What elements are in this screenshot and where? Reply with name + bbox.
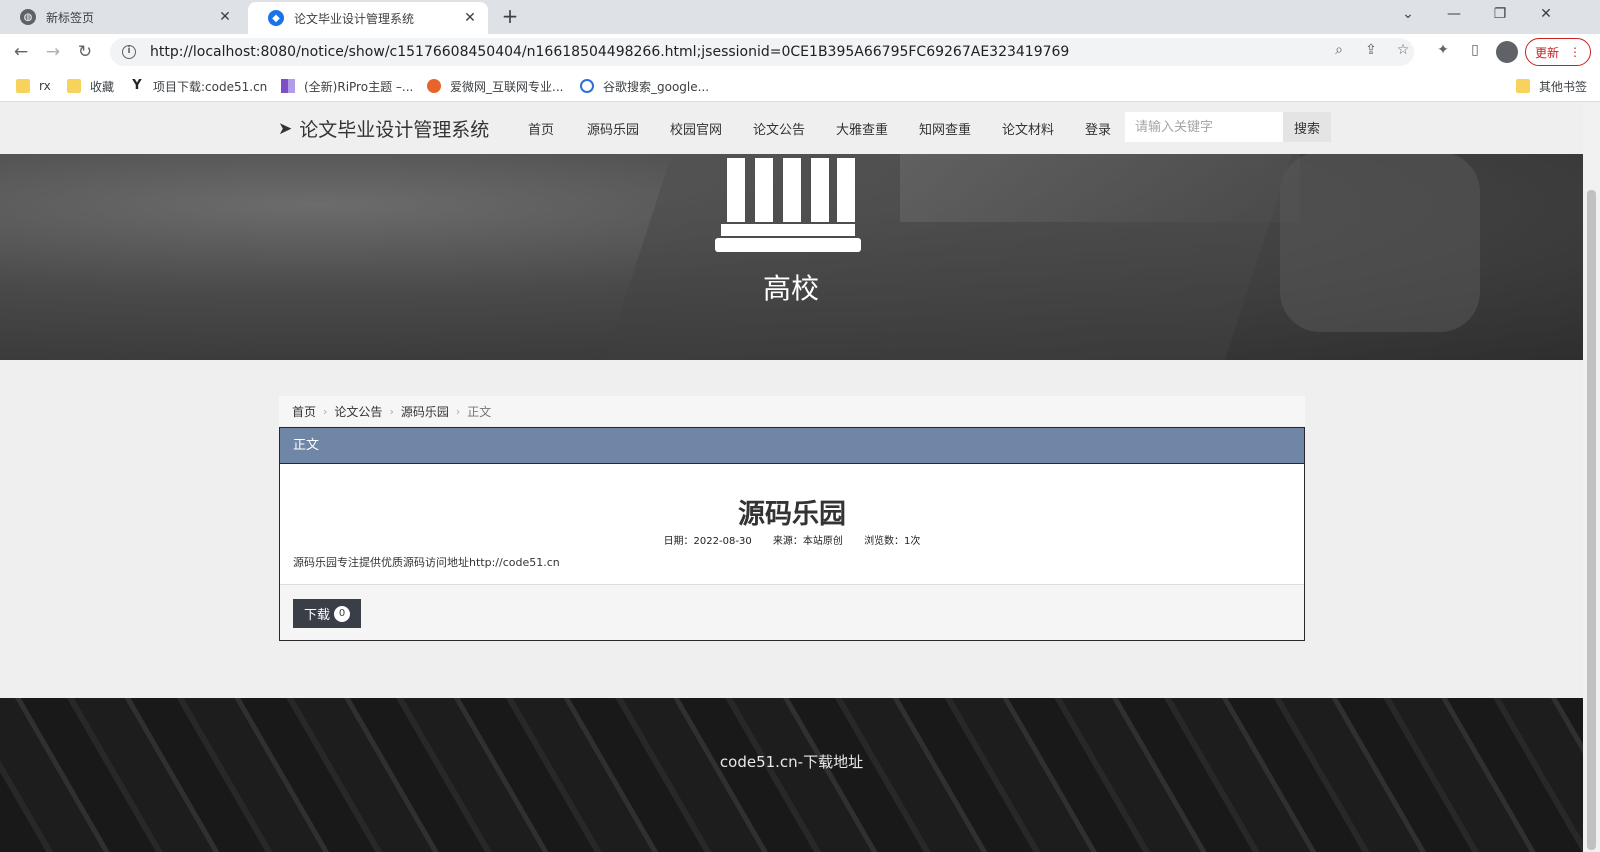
- nav-source-park[interactable]: 源码乐园: [587, 119, 639, 138]
- download-label: 下载: [304, 608, 331, 623]
- bookmark-aiweiwang[interactable]: 爱微网_互联网专业...: [427, 77, 563, 95]
- hero-title: 高校: [762, 272, 819, 305]
- article-title: 源码乐园: [738, 499, 846, 530]
- update-button[interactable]: 更新 ⋮: [1525, 38, 1591, 66]
- grid-logo-icon: [281, 79, 295, 93]
- browser-toolbar: ← → ↻ i http://localhost:8080/notice/sho…: [0, 34, 1600, 70]
- search-input[interactable]: [1125, 112, 1283, 142]
- extensions-icon[interactable]: ✦: [1433, 42, 1453, 62]
- chevron-right-icon: ›: [323, 404, 328, 418]
- tab-title: 论文毕业设计管理系统: [294, 11, 415, 26]
- reload-icon[interactable]: ↻: [72, 40, 98, 66]
- page-scrollbar[interactable]: [1583, 102, 1600, 852]
- new-tab-button[interactable]: +: [498, 5, 522, 29]
- bookmark-rx[interactable]: rx: [16, 77, 51, 95]
- folder-icon: [1516, 79, 1530, 93]
- restore-button[interactable]: ❐: [1478, 0, 1522, 30]
- bookmark-label: 收藏: [90, 79, 115, 94]
- hero-background-image: [1280, 152, 1480, 332]
- 360-logo-icon: [580, 79, 594, 93]
- share-icon[interactable]: ⇪: [1361, 42, 1381, 62]
- address-url[interactable]: http://localhost:8080/notice/show/c15176…: [150, 44, 1069, 60]
- zoom-icon[interactable]: ⌕: [1329, 42, 1349, 62]
- bookmark-other[interactable]: 其他书签: [1516, 77, 1587, 95]
- bookmark-google-search[interactable]: 谷歌搜索_google...: [580, 77, 709, 95]
- site-footer: code51.cn-下载地址: [0, 698, 1583, 852]
- nav-cnki-check[interactable]: 知网查重: [919, 119, 971, 138]
- paper-plane-icon: ➤: [278, 118, 293, 139]
- article-body: 源码乐园 日期：2022-08-30 来源：本站原创 浏览数：1次 源码乐园专注…: [280, 464, 1304, 584]
- bookmark-label: 谷歌搜索_google...: [603, 79, 710, 94]
- site-brand[interactable]: ➤ 论文毕业设计管理系统: [278, 115, 489, 142]
- panel-footer: 下载 0: [280, 584, 1304, 640]
- bookmark-ripro[interactable]: (全新)RiPro主题 –...: [281, 77, 413, 95]
- download-count-badge: 0: [334, 605, 351, 622]
- globe-icon: ◍: [20, 9, 36, 25]
- bookmarks-bar: rx 收藏 Y 项目下载:code51.cn (全新)RiPro主题 –... …: [0, 70, 1600, 102]
- bookmark-label: rx: [39, 79, 51, 93]
- scrollbar-thumb[interactable]: [1587, 190, 1596, 850]
- menu-dots-icon: ⋮: [1569, 45, 1581, 59]
- tab-new-tab[interactable]: ◍ 新标签页 ✕: [0, 0, 243, 34]
- back-icon[interactable]: ←: [8, 40, 34, 66]
- close-icon[interactable]: ✕: [217, 9, 233, 25]
- nav-login[interactable]: 登录: [1085, 119, 1111, 138]
- forward-icon[interactable]: →: [40, 40, 66, 66]
- tab-strip: ◍ 新标签页 ✕ ◆ 论文毕业设计管理系统 ✕ + ⌄ — ❐ ✕: [0, 0, 1600, 34]
- breadcrumb-current: 正文: [467, 404, 492, 419]
- nav-home[interactable]: 首页: [528, 119, 554, 138]
- chevron-right-icon: ›: [455, 404, 461, 418]
- tab-title: 新标签页: [46, 10, 95, 25]
- bookmark-code51[interactable]: Y 项目下载:code51.cn: [130, 77, 267, 95]
- folder-icon: [67, 79, 81, 93]
- article-panel: 正文 源码乐园 日期：2022-08-30 来源：本站原创 浏览数：1次 源码乐…: [279, 427, 1305, 641]
- bookmark-label: 项目下载:code51.cn: [153, 79, 268, 94]
- search-button[interactable]: 搜索: [1283, 112, 1331, 142]
- article-text: 源码乐园专注提供优质源码访问地址http://code51.cn: [293, 556, 560, 569]
- footer-background-image: [0, 698, 1583, 852]
- bookmark-star-icon[interactable]: ☆: [1393, 42, 1413, 62]
- site-info-icon[interactable]: i: [122, 45, 136, 59]
- footer-text[interactable]: code51.cn-下载地址: [0, 751, 1583, 772]
- nav-daya-check[interactable]: 大雅查重: [836, 119, 888, 138]
- article-date: 日期：2022-08-30: [663, 536, 752, 547]
- folder-icon: [16, 79, 30, 93]
- breadcrumb-home[interactable]: 首页: [292, 403, 316, 420]
- bookmark-label: 爱微网_互联网专业...: [450, 79, 564, 94]
- update-label: 更新: [1534, 45, 1559, 60]
- nav-thesis-materials[interactable]: 论文材料: [1002, 119, 1054, 138]
- bookmark-favorites[interactable]: 收藏: [67, 77, 114, 95]
- love-logo-icon: [427, 79, 441, 93]
- side-panel-icon[interactable]: ▯: [1465, 42, 1485, 62]
- breadcrumb: 首页 › 论文公告 › 源码乐园 › 正文: [279, 396, 1305, 426]
- breadcrumb-notices[interactable]: 论文公告: [334, 403, 382, 420]
- page-viewport: 高校 ➤ 论文毕业设计管理系统 首页 源码乐园 校园官网 论文公告 大雅查重 知…: [0, 102, 1583, 852]
- site-favicon-icon: ◆: [268, 10, 284, 26]
- article-meta: 日期：2022-08-30 来源：本站原创 浏览数：1次: [280, 532, 1304, 547]
- y-logo-icon: Y: [132, 78, 142, 93]
- download-button[interactable]: 下载 0: [293, 599, 362, 628]
- nav-thesis-notices[interactable]: 论文公告: [753, 119, 805, 138]
- close-icon[interactable]: ✕: [462, 10, 478, 26]
- article-views: 浏览数：1次: [864, 536, 921, 547]
- minimize-button[interactable]: —: [1432, 0, 1476, 30]
- window-close-button[interactable]: ✕: [1524, 0, 1568, 30]
- brand-title: 论文毕业设计管理系统: [299, 119, 490, 141]
- panel-heading: 正文: [280, 428, 1304, 464]
- bookmark-label: 其他书签: [1539, 79, 1588, 94]
- profile-avatar[interactable]: [1496, 41, 1518, 63]
- article-source: 来源：本站原创: [772, 536, 843, 547]
- address-bar[interactable]: i http://localhost:8080/notice/show/c151…: [110, 38, 1414, 66]
- tab-thesis-system[interactable]: ◆ 论文毕业设计管理系统 ✕: [248, 2, 488, 34]
- site-navbar: ➤ 论文毕业设计管理系统 首页 源码乐园 校园官网 论文公告 大雅查重 知网查重…: [0, 102, 1583, 154]
- breadcrumb-category[interactable]: 源码乐园: [401, 403, 449, 420]
- tab-search-chevron-icon[interactable]: ⌄: [1386, 0, 1430, 30]
- bookmark-label: (全新)RiPro主题 –...: [304, 79, 414, 94]
- nav-campus-site[interactable]: 校园官网: [670, 119, 722, 138]
- chevron-right-icon: ›: [389, 404, 394, 418]
